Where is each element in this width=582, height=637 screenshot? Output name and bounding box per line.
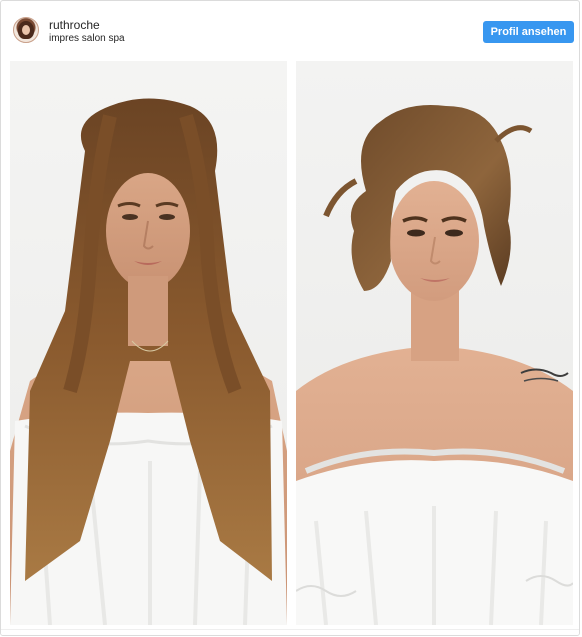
after-photo <box>296 61 573 625</box>
after-photo-short-hair-image <box>296 61 573 625</box>
before-photo-long-hair-image <box>10 61 287 625</box>
divider <box>1 629 579 630</box>
location-link[interactable]: impres salon spa <box>49 33 125 45</box>
before-photo <box>10 61 287 625</box>
instagram-post-card: ruthroche impres salon spa Profil ansehe… <box>0 0 580 636</box>
avatar[interactable] <box>13 17 39 43</box>
avatar-face <box>22 25 30 35</box>
post-image[interactable] <box>1 59 579 635</box>
username-link[interactable]: ruthroche <box>49 18 100 32</box>
post-header: ruthroche impres salon spa Profil ansehe… <box>1 1 579 59</box>
view-profile-button[interactable]: Profil ansehen <box>483 21 574 43</box>
